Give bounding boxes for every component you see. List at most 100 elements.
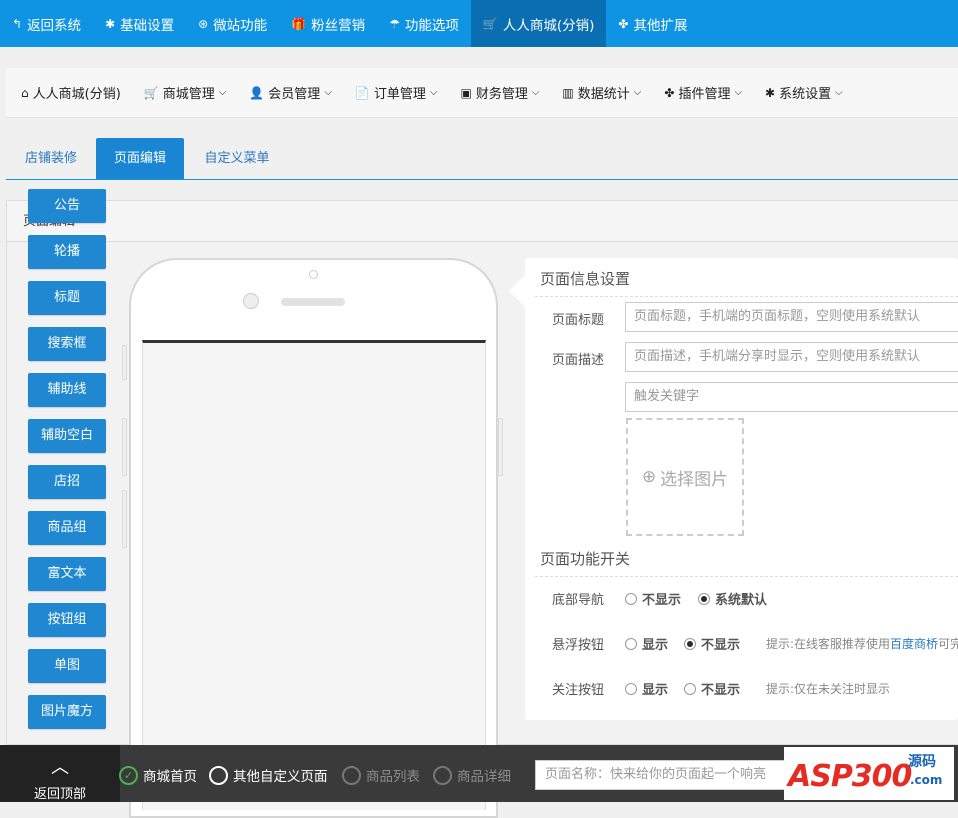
phone-camera: [243, 293, 259, 309]
choose-image-box[interactable]: ⊕ 选择图片: [626, 418, 744, 536]
widget-image-cube-button[interactable]: 图片魔方: [28, 695, 106, 729]
follow-button-show-radio[interactable]: 显示: [625, 679, 668, 698]
chevron-down-icon: ⌵: [734, 87, 743, 98]
page-info-panel: 页面信息设置 页面标题 页面标题，手机端的页面标题，空则使用系统默认 页面描述 …: [525, 258, 958, 720]
bottom-nav-default-radio[interactable]: 系统默认: [698, 589, 767, 608]
panel-title: 页面编辑: [7, 201, 958, 242]
check-icon: ✓: [119, 765, 138, 785]
plus-circle-icon: ⊕: [641, 467, 657, 487]
widget-title-button[interactable]: 标题: [28, 281, 106, 315]
chevron-down-icon: ⌵: [429, 87, 438, 98]
phone-speaker: [281, 298, 345, 306]
chevron-down-icon: ⌵: [835, 87, 843, 98]
phone-sensor: [309, 270, 318, 279]
topnav-fan-marketing[interactable]: 🎁 粉丝营销: [279, 0, 377, 47]
file-icon: 📄: [354, 85, 370, 100]
phone-preview: [129, 258, 498, 818]
widget-carousel-button[interactable]: 轮播: [28, 235, 106, 269]
topnav-back-system[interactable]: ↰ 返回系统: [0, 0, 93, 47]
umbrella-icon: ☂: [389, 16, 400, 31]
subnav-member-management[interactable]: 👤 会员管理 ⌵: [234, 83, 340, 103]
chevron-down-icon: ⌵: [324, 87, 332, 98]
topnav-function-options[interactable]: ☂ 功能选项: [377, 0, 471, 47]
float-button-label: 悬浮按钮: [552, 638, 605, 653]
chevron-down-icon: ⌵: [633, 87, 642, 98]
secondary-navigation: ⌂ 人人商城(分销) 🛒 商城管理 ⌵ 👤 会员管理 ⌵ 📄 订单管理 ⌵ ▣ 财务管理 ⌵ ▥ 数…: [6, 68, 958, 118]
phone-side-button: [122, 418, 127, 476]
topnav-other-extensions[interactable]: ✤ 其他扩展: [606, 0, 699, 47]
subnav-order-management[interactable]: 📄 订单管理 ⌵: [340, 83, 446, 103]
info-pointer: [509, 275, 525, 307]
widget-shop-sign-button[interactable]: 店招: [28, 465, 106, 499]
follow-button-hint: 提示:仅在未关注时显示: [766, 682, 891, 696]
bottom-bar: ︿ 返回顶部 ✓ 商城首页 其他自定义页面 商品列表 商品详细 页面名称：快来给你…: [0, 745, 958, 802]
widget-notice-button[interactable]: 公告: [28, 189, 106, 223]
tab-shop-decoration[interactable]: 店铺装修: [6, 138, 96, 179]
phone-side-button: [498, 418, 503, 476]
widget-blank-button[interactable]: 辅助空白: [28, 419, 106, 453]
lifebuoy-icon: ⊛: [198, 16, 209, 31]
page-title-label: 页面标题: [552, 313, 605, 328]
cubes-icon: ✤: [618, 16, 629, 31]
money-icon: ▣: [460, 85, 472, 100]
section-title-page-functions: 页面功能开关: [540, 550, 631, 568]
gear-icon: ✱: [105, 16, 116, 31]
page-tabs: 店铺装修 页面编辑 自定义菜单: [6, 138, 958, 180]
divider: [535, 576, 958, 577]
subnav-shop-home[interactable]: ⌂ 人人商城(分销): [6, 83, 129, 103]
subnav-plugin-management[interactable]: ✤ 插件管理 ⌵: [649, 83, 750, 103]
float-button-show-radio[interactable]: 显示: [625, 634, 668, 653]
float-button-hide-radio[interactable]: 不显示: [684, 634, 740, 653]
bottom-nav-label: 底部导航: [552, 593, 605, 608]
section-title-page-info: 页面信息设置: [540, 270, 631, 288]
subnav-system-settings[interactable]: ✱ 系统设置 ⌵: [750, 83, 851, 103]
topnav-renren-shop[interactable]: 🛒 人人商城(分销): [470, 0, 607, 47]
chevron-down-icon: ⌵: [218, 87, 227, 98]
widget-single-image-button[interactable]: 单图: [28, 649, 106, 683]
subnav-shop-management[interactable]: 🛒 商城管理 ⌵: [129, 83, 235, 103]
page-type-detail-radio[interactable]: 商品详细: [433, 765, 511, 785]
phone-side-button: [122, 490, 127, 548]
phone-screen[interactable]: [142, 340, 486, 810]
baidu-shangqiao-link[interactable]: 百度商桥: [890, 637, 938, 651]
page-type-list-radio[interactable]: 商品列表: [342, 765, 420, 785]
widget-button-group-button[interactable]: 按钮组: [28, 603, 106, 637]
subnav-finance-management[interactable]: ▣ 财务管理 ⌵: [445, 83, 547, 103]
asp300-logo: ASP300 源码 .com: [784, 747, 954, 800]
follow-button-hide-radio[interactable]: 不显示: [684, 679, 740, 698]
page-type-home-radio[interactable]: ✓ 商城首页: [119, 765, 197, 785]
widget-rich-text-button[interactable]: 富文本: [28, 557, 106, 591]
cubes-icon: ✤: [664, 85, 675, 100]
page-type-custom-radio[interactable]: 其他自定义页面: [209, 765, 328, 785]
subnav-data-statistics[interactable]: ▥ 数据统计 ⌵: [547, 83, 649, 103]
back-arrow-icon: ↰: [12, 16, 23, 31]
page-desc-input[interactable]: 页面描述，手机端分享时显示，空则使用系统默认: [625, 342, 958, 372]
tab-custom-menu[interactable]: 自定义菜单: [186, 138, 288, 179]
user-icon: 👤: [249, 85, 265, 100]
widget-searchbox-button[interactable]: 搜索框: [28, 327, 106, 361]
page-name-input[interactable]: 页面名称：快来给你的页面起一个响亮: [535, 760, 785, 790]
page-desc-label: 页面描述: [552, 353, 605, 368]
tab-page-edit[interactable]: 页面编辑: [96, 138, 184, 179]
widget-goods-group-button[interactable]: 商品组: [28, 511, 106, 545]
chevron-down-icon: ⌵: [531, 87, 540, 98]
cart-icon: 🛒: [143, 85, 159, 100]
top-navigation: ↰ 返回系统 ✱ 基础设置 ⊛ 微站功能 🎁 粉丝营销 ☂ 功能选项 🛒 人人商城(分销) …: [0, 0, 958, 47]
phone-side-button: [122, 345, 127, 380]
page-title-input[interactable]: 页面标题，手机端的页面标题，空则使用系统默认: [625, 302, 958, 332]
bottom-nav-hide-radio[interactable]: 不显示: [625, 589, 681, 608]
widget-guideline-button[interactable]: 辅助线: [28, 373, 106, 407]
divider: [535, 296, 958, 297]
gift-icon: 🎁: [291, 16, 307, 31]
home-icon: ⌂: [21, 85, 29, 100]
keyword-input[interactable]: 触发关键字: [625, 382, 958, 412]
float-button-hint: 提示:在线客服推荐使用百度商桥可完: [766, 637, 958, 651]
gear-icon: ✱: [765, 85, 776, 100]
chevron-up-icon: ︿: [51, 757, 69, 778]
follow-button-label: 关注按钮: [552, 683, 605, 698]
topnav-basic-settings[interactable]: ✱ 基础设置: [93, 0, 186, 47]
back-to-top-button[interactable]: ︿ 返回顶部: [0, 745, 120, 802]
cart-icon: 🛒: [482, 16, 498, 31]
bar-chart-icon: ▥: [562, 85, 574, 100]
topnav-micro-site[interactable]: ⊛ 微站功能: [186, 0, 279, 47]
